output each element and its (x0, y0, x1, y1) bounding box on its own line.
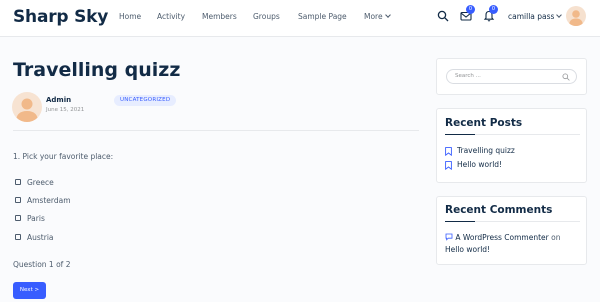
bookmark-icon (445, 147, 452, 156)
search-icon[interactable] (562, 73, 570, 81)
next-button[interactable]: Next > (13, 282, 46, 299)
nav-item-members[interactable]: Members (202, 12, 237, 21)
username-label: camilla pass (508, 12, 555, 21)
recent-post-link[interactable]: Travelling quizz (457, 146, 515, 155)
recent-posts-widget: Recent Posts Travelling quizz Hello worl… (436, 108, 587, 183)
widget-divider (445, 134, 580, 135)
recent-post-link[interactable]: Hello world! (457, 160, 502, 169)
post-title: Travelling quizz (13, 59, 181, 81)
divider-accent (445, 134, 475, 135)
nav-item-more[interactable]: More (364, 12, 391, 21)
chevron-down-icon (384, 12, 391, 18)
checkbox[interactable] (15, 215, 21, 221)
option-label: Austria (27, 233, 54, 242)
nav-item-more-label: More (364, 12, 383, 21)
notifications-badge: 0 (489, 5, 498, 14)
site-header: Sharp Sky Home Activity Members Groups S… (0, 0, 600, 37)
nav-item-activity[interactable]: Activity (157, 12, 185, 21)
widget-title: Recent Comments (445, 204, 553, 216)
author-name[interactable]: Admin (46, 96, 71, 104)
content-divider (13, 130, 419, 131)
comment-post-link[interactable]: Hello world! (445, 245, 490, 254)
bookmark-icon (445, 161, 452, 170)
search-icon[interactable] (437, 10, 449, 22)
messages-badge: 0 (466, 5, 475, 14)
search-widget: Search ... (436, 58, 587, 95)
divider-accent (445, 221, 475, 222)
recent-comments-widget: Recent Comments A WordPress Commenter on… (436, 196, 587, 265)
quiz-progress: Question 1 of 2 (13, 260, 71, 269)
checkbox[interactable] (15, 197, 21, 203)
author-avatar[interactable] (12, 92, 42, 122)
widget-divider (445, 221, 580, 222)
checkbox[interactable] (15, 234, 21, 240)
option-label: Greece (27, 178, 54, 187)
quiz-question: 1. Pick your favorite place: (13, 152, 114, 161)
checkbox[interactable] (15, 179, 21, 185)
chevron-down-icon (556, 12, 563, 18)
nav-item-sample-page[interactable]: Sample Page (298, 12, 347, 21)
author-avatar-icon (16, 98, 38, 122)
user-avatar-icon (569, 10, 583, 26)
comment-author-link[interactable]: A WordPress Commenter (455, 233, 548, 242)
category-badge[interactable]: UNCATEGORIZED (114, 95, 177, 106)
nav-item-groups[interactable]: Groups (253, 12, 280, 21)
option-label: Amsterdam (27, 196, 71, 205)
user-menu[interactable]: camilla pass (508, 12, 563, 21)
quiz-option[interactable]: Paris (15, 214, 45, 224)
recent-comment-item: A WordPress Commenter on Hello world! (445, 232, 580, 256)
quiz-option[interactable]: Amsterdam (15, 196, 71, 206)
search-placeholder: Search ... (455, 73, 481, 79)
site-logo[interactable]: Sharp Sky (13, 7, 108, 27)
option-label: Paris (27, 214, 45, 223)
quiz-option[interactable]: Austria (15, 233, 54, 243)
comment-on-text: on (551, 233, 561, 242)
nav-item-home[interactable]: Home (119, 12, 141, 21)
widget-title: Recent Posts (445, 117, 523, 129)
search-input[interactable]: Search ... (446, 69, 577, 84)
quiz-option[interactable]: Greece (15, 178, 54, 188)
post-date: June 15, 2021 (46, 107, 85, 113)
comment-icon (445, 233, 453, 241)
avatar[interactable] (566, 6, 586, 26)
